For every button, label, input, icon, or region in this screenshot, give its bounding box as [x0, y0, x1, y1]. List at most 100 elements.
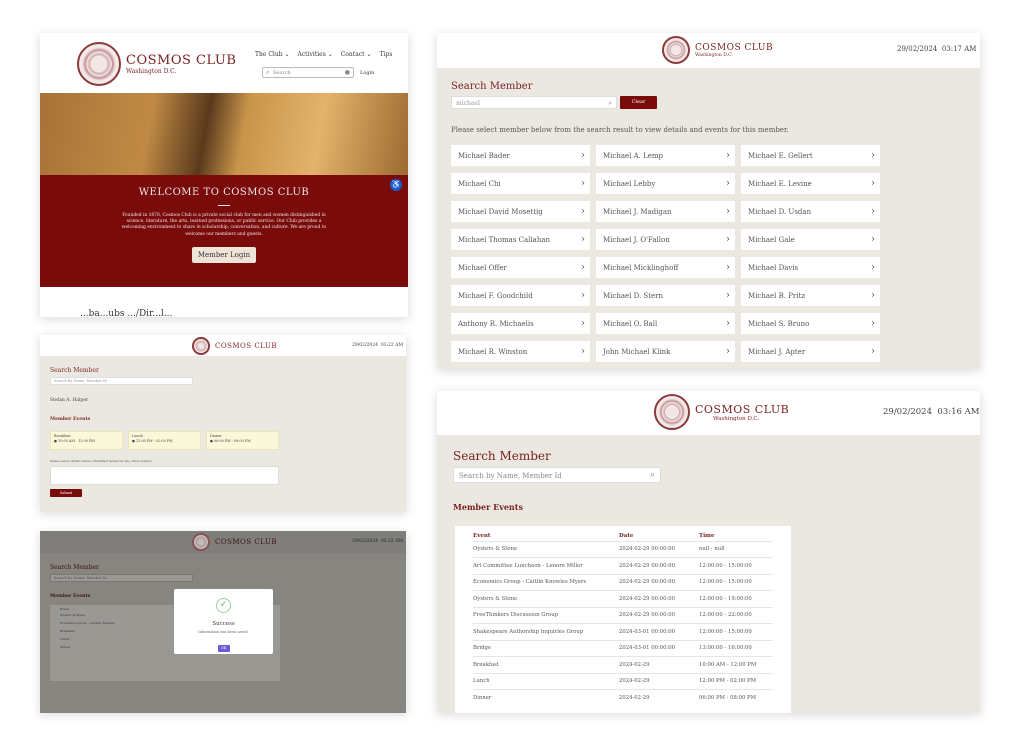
clear-button[interactable]: Clear: [620, 96, 657, 109]
date-cell: 2024-02-29 00:00:00: [619, 540, 699, 558]
member-card[interactable]: Michael Chi ›: [451, 173, 590, 194]
club-logo[interactable]: COSMOS CLUB Washington D.C.: [654, 394, 789, 430]
event-cell: Oysters & Stone: [473, 540, 619, 558]
search-value: michael: [456, 100, 480, 107]
member-name: Michael Chi: [458, 179, 501, 188]
club-logo[interactable]: COSMOS CLUB: [192, 337, 277, 355]
date-cell: 2024-02-29 00:00:00: [619, 590, 699, 607]
search-input[interactable]: Search by Name, Member Id: [50, 377, 193, 385]
member-card[interactable]: Michael D. Stern ›: [596, 285, 735, 306]
date-time: 29/02/2024 03:22 AM: [352, 343, 404, 348]
chevron-right-icon: ›: [581, 150, 585, 161]
member-card[interactable]: Michael E. Levine ›: [741, 173, 880, 194]
member-name: Michael E. Levine: [748, 179, 812, 188]
member-card[interactable]: Michael Micklinghoff ›: [596, 257, 735, 278]
member-name: Michael D. Usdan: [748, 207, 812, 216]
event-option-dinner[interactable]: Dinner ● 06:00 PM - 08:00 PM: [206, 431, 279, 450]
member-name: Michael Gale: [748, 235, 795, 244]
welcome-section: WELCOME TO COSMOS CLUB Founded in 1878, …: [40, 175, 408, 287]
member-card[interactable]: Michael B. Pritz ›: [741, 285, 880, 306]
date-cell: 2024-02-29: [619, 656, 699, 673]
member-name: Michael Davis: [748, 263, 799, 272]
member-name: Michael David Mosettig: [458, 207, 543, 216]
brand-title: COSMOS CLUB: [215, 342, 277, 350]
member-name: Michael F. Goodchild: [458, 291, 533, 300]
nav-item-activities[interactable]: Activities ⌄: [297, 51, 332, 58]
chevron-right-icon: ›: [726, 234, 730, 245]
member-name: Michael Thomas Callahan: [458, 235, 551, 244]
member-name: Michael Offer: [458, 263, 507, 272]
date-cell: 2024-02-29: [619, 672, 699, 690]
chevron-right-icon: ›: [726, 178, 730, 189]
member-card[interactable]: Michael J. O'Fallon ›: [596, 229, 735, 250]
brand-title: COSMOS CLUB: [695, 42, 774, 53]
login-link[interactable]: Login: [360, 70, 374, 76]
search-input[interactable]: michael ⌕: [451, 96, 617, 109]
homepage-screen: COSMOS CLUB Washington D.C. The Club ⌄ A…: [40, 33, 408, 317]
member-name: Michael D. Stern: [603, 291, 664, 300]
nav-item-contact[interactable]: Contact ⌄: [341, 51, 372, 58]
nav-item-tips[interactable]: Tips: [379, 51, 392, 58]
success-modal-screen: COSMOS CLUB 29/02/2024 03:22 AM Search M…: [40, 531, 406, 713]
member-card[interactable]: John Michael Klink ›: [596, 341, 735, 362]
brand-title: COSMOS CLUB: [126, 53, 237, 68]
member-card[interactable]: Michael Davis ›: [741, 257, 880, 278]
notes-textarea[interactable]: [50, 466, 279, 485]
chevron-right-icon: ›: [581, 318, 585, 329]
member-card[interactable]: Michael F. Goodchild ›: [451, 285, 590, 306]
member-card[interactable]: Michael R. Winston ›: [451, 341, 590, 362]
chevron-right-icon: ›: [871, 262, 875, 273]
table-row: Oysters & Stone 2024-02-29 00:00:00 null -…: [473, 540, 773, 558]
nav-item-the-club[interactable]: The Club ⌄: [255, 51, 289, 58]
date-time: 29/02/2024 03:16 AM: [883, 407, 980, 417]
page-title: Search Member: [50, 367, 99, 374]
chevron-right-icon: ›: [871, 318, 875, 329]
member-card[interactable]: Michael J. Madigan ›: [596, 201, 735, 222]
table-row: Bridge 2024-03-01 00:00:00 13:00:00 - 16:0…: [473, 639, 773, 657]
event-cell: Bridge: [473, 639, 619, 657]
event-option-lunch[interactable]: Lunch ● 12:00 PM - 02:00 PM: [128, 431, 201, 450]
accessibility-icon[interactable]: ♿: [390, 179, 402, 191]
member-login-button[interactable]: Member Login: [191, 246, 257, 263]
search-icon: ⌕: [266, 69, 270, 76]
member-card[interactable]: Michael Bader ›: [451, 145, 590, 166]
table-row: Shakespeare Authorship Inquiries Group 20…: [473, 623, 773, 640]
member-card[interactable]: Michael D. Usdan ›: [741, 201, 880, 222]
ok-button[interactable]: OK: [217, 645, 230, 652]
event-cell: Oysters & Stone: [473, 590, 619, 607]
member-card[interactable]: Michael Lebby ›: [596, 173, 735, 194]
checkmark-icon: ✓: [216, 598, 231, 613]
search-input[interactable]: Search by Name, Member Id: [50, 574, 193, 582]
member-card[interactable]: Michael Gale ›: [741, 229, 880, 250]
event-option-breakfast[interactable]: Breakfast ● 10:00 AM - 12:00 PM: [50, 431, 123, 450]
member-card[interactable]: Michael O. Ball ›: [596, 313, 735, 334]
search-input[interactable]: Search by Name, Member Id ⌕: [453, 467, 661, 483]
date-cell: 2024-03-01 00:00:00: [619, 623, 699, 640]
club-logo[interactable]: COSMOS CLUB: [192, 533, 277, 551]
member-card[interactable]: Anthony R. Michaelis ›: [451, 313, 590, 334]
search-icon: ⌕: [649, 470, 655, 480]
event-time: ● 10:00 AM - 12:00 PM: [54, 439, 95, 443]
page-title: Search Member: [451, 81, 533, 92]
member-card[interactable]: Michael David Mosettig ›: [451, 201, 590, 222]
chevron-right-icon: ›: [581, 234, 585, 245]
member-name: Michael J. Apter: [748, 347, 806, 356]
member-card[interactable]: Michael A. Lemp ›: [596, 145, 735, 166]
club-logo[interactable]: COSMOS CLUB Washington D.C.: [77, 42, 236, 86]
member-grid: Michael Bader › Michael A. Lemp › Michael E.…: [451, 145, 880, 362]
microphone-icon[interactable]: ●: [345, 69, 350, 76]
member-card[interactable]: Michael Thomas Callahan ›: [451, 229, 590, 250]
notes-label: Please select details below. (Breakfast …: [50, 459, 153, 463]
member-name: Michael O. Ball: [603, 319, 658, 328]
member-name: Anthony R. Michaelis: [458, 319, 534, 328]
member-card[interactable]: Michael Offer ›: [451, 257, 590, 278]
site-search-input[interactable]: ⌕ Search ●: [262, 67, 354, 78]
submit-button[interactable]: Submit: [50, 489, 82, 497]
member-detail-screen: COSMOS CLUB 29/02/2024 03:22 AM Search M…: [40, 335, 406, 512]
member-search-grid-screen: COSMOS CLUB Washington D.C. 29/02/2024 0…: [437, 33, 980, 369]
member-card[interactable]: Michael J. Apter ›: [741, 341, 880, 362]
member-card[interactable]: Michael S. Bruno ›: [741, 313, 880, 334]
member-card[interactable]: Michael E. Gellert ›: [741, 145, 880, 166]
date-cell: 2024-03-01 00:00:00: [619, 639, 699, 657]
club-logo[interactable]: COSMOS CLUB Washington D.C.: [662, 36, 773, 64]
